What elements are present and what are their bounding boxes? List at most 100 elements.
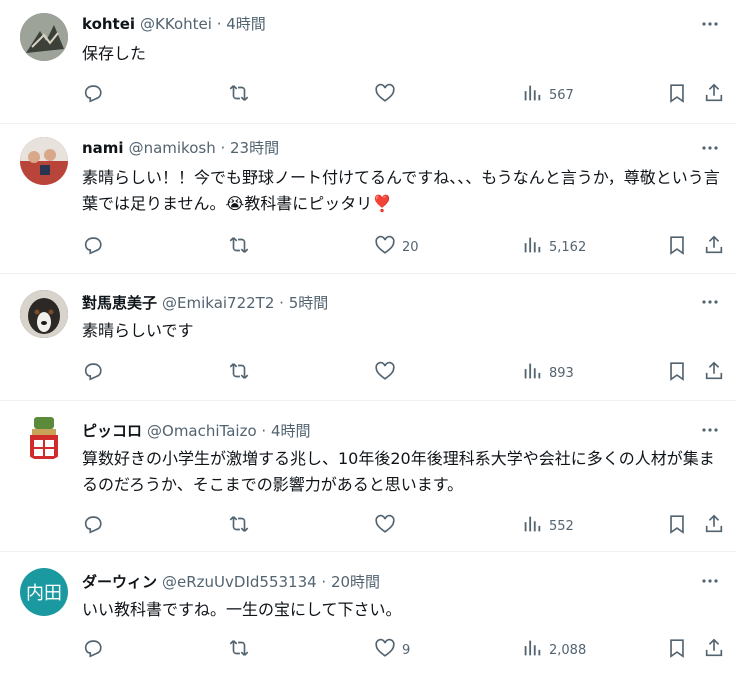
action-bar: 552 <box>82 514 726 538</box>
share-icon <box>703 513 725 539</box>
reply-tweet[interactable]: kohtei @KKohtei · 4時間 保存した 567 <box>0 0 736 124</box>
reply-tweet[interactable]: ピッコロ @OmachiTaizo · 4時間 算数好きの小学生が激増する兆し、… <box>0 401 736 552</box>
tweet-text: 素晴らしいです <box>82 321 194 340</box>
views-button[interactable]: 893 <box>521 361 574 385</box>
retweet-button[interactable] <box>228 514 250 538</box>
like-button[interactable]: 9 <box>374 638 410 662</box>
action-bar: 893 <box>82 361 726 385</box>
more-dots-icon[interactable] <box>698 418 722 442</box>
more-dots-icon[interactable] <box>698 569 722 593</box>
views-button[interactable]: 2,088 <box>521 638 586 662</box>
reply-icon <box>82 637 104 663</box>
heart-icon <box>374 513 396 539</box>
share-button[interactable] <box>703 83 725 107</box>
share-button[interactable] <box>703 235 725 259</box>
bookmark-icon <box>666 360 688 386</box>
share-icon <box>703 637 725 663</box>
display-name[interactable]: 對馬恵美子 <box>82 292 157 313</box>
display-name[interactable]: kohtei <box>82 15 135 33</box>
retweet-icon <box>228 82 250 108</box>
bookmark-button[interactable] <box>666 235 688 259</box>
display-name[interactable]: ピッコロ <box>82 420 142 441</box>
more-dots-icon[interactable] <box>698 290 722 314</box>
bookmark-icon <box>666 82 688 108</box>
retweet-button[interactable] <box>228 361 250 385</box>
avatar-initials: 内田 <box>26 583 62 604</box>
tweet-text: いい教科書ですね。一生の宝にして下さい。 <box>82 600 402 619</box>
heart-icon <box>374 82 396 108</box>
views-button[interactable]: 5,162 <box>521 235 586 259</box>
display-name[interactable]: nami <box>82 139 124 157</box>
tweet-header: kohtei @KKohtei · 4時間 <box>82 13 266 34</box>
views-chart-icon <box>521 513 543 539</box>
action-bar: 9 2,088 <box>82 638 726 662</box>
handle-and-time[interactable]: @Emikai722T2 · 5時間 <box>162 292 328 313</box>
share-button[interactable] <box>703 638 725 662</box>
retweet-button[interactable] <box>228 83 250 107</box>
views-count: 552 <box>549 518 574 534</box>
avatar[interactable] <box>20 137 68 185</box>
handle-and-time[interactable]: @KKohtei · 4時間 <box>140 13 266 34</box>
reply-icon <box>82 234 104 260</box>
retweet-button[interactable] <box>228 638 250 662</box>
views-count: 567 <box>549 87 574 103</box>
reply-tweet[interactable]: 内田 ダーウィン @eRzuUvDId553134 · 20時間 いい教科書です… <box>0 552 736 678</box>
bookmark-button[interactable] <box>666 83 688 107</box>
action-bar: 567 <box>82 83 726 107</box>
display-name[interactable]: ダーウィン <box>82 571 157 592</box>
bookmark-button[interactable] <box>666 514 688 538</box>
reply-tweet[interactable]: 對馬恵美子 @Emikai722T2 · 5時間 素晴らしいです 893 <box>0 274 736 401</box>
like-button[interactable] <box>374 514 402 538</box>
reply-button[interactable] <box>82 235 104 259</box>
reply-icon <box>82 513 104 539</box>
reply-button[interactable] <box>82 514 104 538</box>
reply-tweet[interactable]: nami @namikosh · 23時間 素晴らしい！！今でも野球ノート付けて… <box>0 124 736 274</box>
reply-icon <box>82 360 104 386</box>
heart-icon <box>374 234 396 260</box>
views-count: 893 <box>549 365 574 381</box>
handle-and-time[interactable]: @OmachiTaizo · 4時間 <box>147 420 310 441</box>
share-button[interactable] <box>703 514 725 538</box>
views-chart-icon <box>521 234 543 260</box>
retweet-icon <box>228 360 250 386</box>
avatar[interactable] <box>20 13 68 61</box>
share-icon <box>703 234 725 260</box>
tweet-header: ダーウィン @eRzuUvDId553134 · 20時間 <box>82 571 380 592</box>
bookmark-button[interactable] <box>666 638 688 662</box>
retweet-button[interactable] <box>228 235 250 259</box>
views-count: 2,088 <box>549 642 587 658</box>
reply-icon <box>82 82 104 108</box>
bookmark-icon <box>666 513 688 539</box>
share-icon <box>703 360 725 386</box>
tweet-text: 素晴らしい！！今でも野球ノート付けてるんですね、、、もうなんと言うか，尊敬という… <box>82 168 720 213</box>
more-dots-icon[interactable] <box>698 136 722 160</box>
reply-button[interactable] <box>82 83 104 107</box>
share-button[interactable] <box>703 361 725 385</box>
views-button[interactable]: 552 <box>521 514 574 538</box>
handle-and-time[interactable]: @eRzuUvDId553134 · 20時間 <box>162 571 380 592</box>
views-button[interactable]: 567 <box>521 83 574 107</box>
avatar[interactable]: 内田 <box>20 568 68 616</box>
bookmark-icon <box>666 234 688 260</box>
more-dots-icon[interactable] <box>698 12 722 36</box>
heart-icon <box>374 637 396 663</box>
like-button[interactable] <box>374 361 402 385</box>
reply-button[interactable] <box>82 361 104 385</box>
handle-and-time[interactable]: @namikosh · 23時間 <box>129 137 280 158</box>
reply-button[interactable] <box>82 638 104 662</box>
share-icon <box>703 82 725 108</box>
views-chart-icon <box>521 360 543 386</box>
tweet-header: ピッコロ @OmachiTaizo · 4時間 <box>82 420 311 441</box>
views-chart-icon <box>521 637 543 663</box>
avatar[interactable] <box>20 290 68 338</box>
like-button[interactable]: 20 <box>374 235 419 259</box>
heart-icon <box>374 360 396 386</box>
bookmark-button[interactable] <box>666 361 688 385</box>
avatar[interactable] <box>20 413 68 461</box>
like-count: 20 <box>402 239 419 255</box>
like-button[interactable] <box>374 83 402 107</box>
tweet-text: 保存した <box>82 44 147 63</box>
retweet-icon <box>228 637 250 663</box>
retweet-icon <box>228 234 250 260</box>
tweet-header: nami @namikosh · 23時間 <box>82 137 279 158</box>
